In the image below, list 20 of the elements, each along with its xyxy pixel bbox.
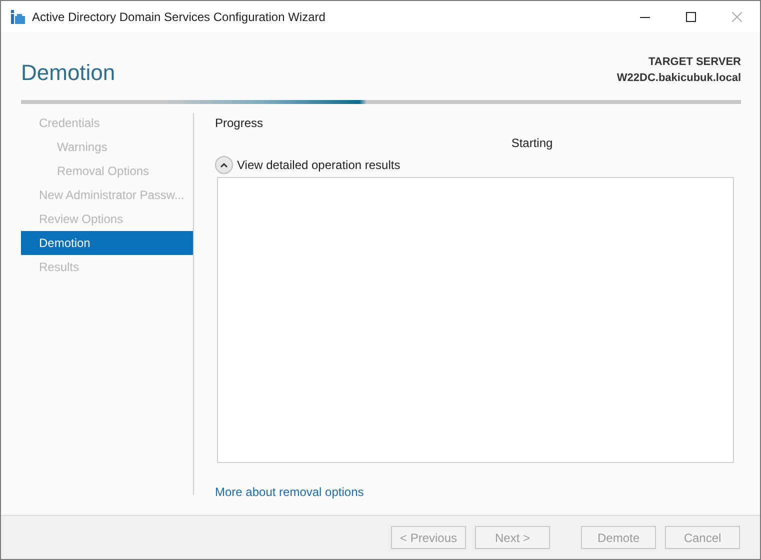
page-title: Demotion xyxy=(21,59,116,87)
nav-item[interactable]: New Administrator Passw... xyxy=(21,183,193,207)
maximize-icon xyxy=(686,12,696,22)
close-icon xyxy=(732,12,742,22)
nav-item[interactable]: Review Options xyxy=(21,207,193,231)
removal-options-link[interactable]: More about removal options xyxy=(215,485,364,499)
nav-item[interactable]: Warnings xyxy=(21,135,193,159)
status-text: Starting xyxy=(510,135,554,152)
nav-item[interactable]: Demotion xyxy=(21,231,193,255)
collapse-button[interactable] xyxy=(215,156,233,174)
section-heading: Progress xyxy=(215,115,264,132)
nav-item[interactable]: Results xyxy=(21,255,193,279)
chevron-up-icon xyxy=(220,162,228,168)
nav-item[interactable]: Credentials xyxy=(21,111,193,135)
nav-item[interactable]: Removal Options xyxy=(21,159,193,183)
app-icon xyxy=(10,8,26,24)
target-server-name: W22DC.bakicubuk.local xyxy=(616,71,741,86)
target-server-label: TARGET SERVER xyxy=(648,55,741,70)
toggle-label: View detailed operation results xyxy=(237,158,400,172)
window-title: Active Directory Domain Services Configuration Wizard xyxy=(32,10,326,24)
